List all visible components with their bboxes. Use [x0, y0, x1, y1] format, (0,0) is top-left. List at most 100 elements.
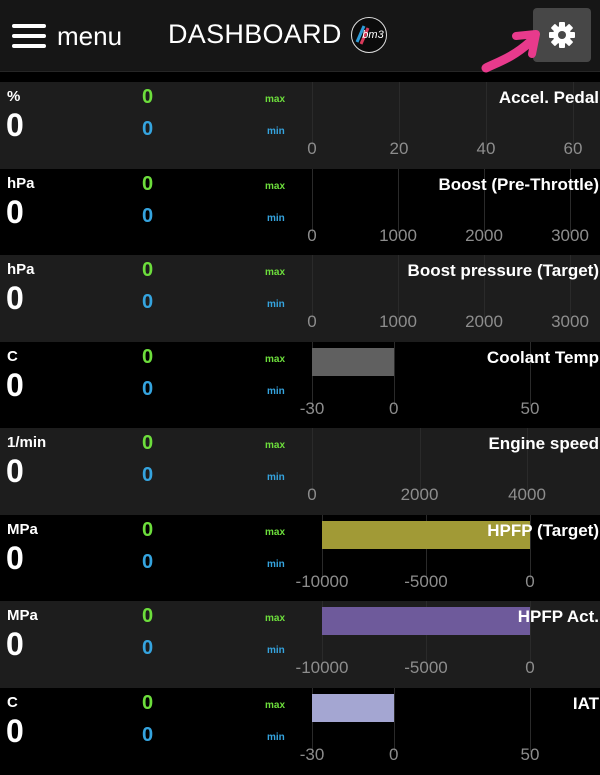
gauge-row[interactable]: C 0 0 0 max min -30 0 50 Coolant Temp: [0, 342, 600, 429]
pointer-arrow-icon: [481, 30, 540, 73]
gauge-title: Coolant Temp: [486, 348, 599, 367]
max-label: max: [265, 527, 286, 538]
gauge-min-value: 0: [142, 551, 154, 573]
menu-button[interactable]: menu: [12, 14, 122, 58]
min-label: min: [267, 299, 285, 310]
gauge-unit: %: [7, 88, 21, 105]
axis-tick-label: 60: [563, 139, 583, 158]
axis-tick-label: -10000: [295, 658, 349, 677]
gauge-bar: [312, 348, 394, 376]
axis-tick-label: 1000: [379, 226, 417, 245]
gauge-bar-chart: -10000 -5000 0 HPFP Act.: [295, 601, 600, 688]
axis-tick-label: 0: [389, 399, 399, 418]
axis-tick-label: -10000: [295, 572, 349, 591]
gauge-title: Boost (Pre-Throttle): [438, 175, 599, 194]
axis-tick-label: -30: [299, 745, 325, 764]
axis-tick-label: 2000: [465, 226, 503, 245]
gauge-value: 0: [6, 280, 24, 316]
gauge-max-value: 0: [142, 605, 154, 627]
gauge-title: HPFP Act.: [517, 607, 599, 626]
hamburger-icon: [12, 24, 46, 48]
gauge-row[interactable]: hPa 0 0 0 max min 0 1000 2000 3000 Boost pre…: [0, 255, 600, 342]
gauge-unit: C: [7, 348, 18, 365]
max-label: max: [265, 700, 286, 711]
gauge-value: 0: [6, 626, 24, 662]
min-label: min: [267, 386, 285, 397]
gauge-max-value: 0: [142, 432, 154, 454]
page-title: DASHBOARD: [168, 19, 342, 49]
gridline: [398, 255, 399, 319]
min-label: min: [267, 472, 285, 483]
gauge-title: Accel. Pedal: [498, 88, 599, 107]
gauge-value: 0: [6, 194, 24, 230]
gauge-bar-chart: -30 0 50 Coolant Temp: [298, 342, 600, 429]
axis-tick-label: 0: [389, 745, 399, 764]
max-label: max: [265, 181, 286, 192]
gauge-title: Boost pressure (Target): [407, 261, 599, 280]
axis-tick-label: 50: [520, 745, 540, 764]
gauge-bar-chart: 0 2000 4000 Engine speed: [298, 428, 600, 515]
axis-tick-label: 0: [307, 485, 317, 504]
gauge-title: IAT: [572, 694, 599, 713]
gridline: [398, 169, 399, 233]
gauge-row[interactable]: 1/min 0 0 0 max min 0 2000 4000 Engine spee…: [0, 428, 600, 515]
gauge-unit: MPa: [7, 521, 38, 538]
gauge-bar: [322, 607, 530, 635]
axis-tick-label: 4000: [508, 485, 546, 504]
gridline: [312, 169, 313, 233]
axis-tick-label: 40: [476, 139, 496, 158]
gauge-unit: C: [7, 694, 18, 711]
gauge-max-value: 0: [142, 692, 154, 714]
axis-tick-label: 0: [525, 572, 535, 591]
bm3-logo: bm3: [351, 17, 387, 53]
gauge-title: HPFP (Target): [487, 521, 599, 540]
gridline: [312, 428, 313, 492]
gauge-row[interactable]: MPa 0 0 0 max min -10000 -5000 0 HPFP (Targ…: [0, 515, 600, 602]
gauge-value: 0: [6, 367, 24, 403]
axis-tick-label: 2000: [400, 485, 439, 504]
gauge-min-value: 0: [142, 724, 154, 746]
gauge-min-value: 0: [142, 118, 154, 140]
gauge-title: Engine speed: [488, 434, 599, 453]
gauge-bar-chart: 0 1000 2000 3000 Boost (Pre-Throttle): [298, 169, 600, 256]
gauge-value: 0: [6, 713, 24, 749]
gauge-value: 0: [6, 540, 24, 576]
gridline: [312, 82, 313, 146]
gauge-unit: hPa: [7, 261, 35, 278]
max-label: max: [265, 440, 286, 451]
axis-tick-label: 1000: [379, 312, 417, 331]
gauge-unit: hPa: [7, 175, 35, 192]
gauge-min-value: 0: [142, 464, 154, 486]
min-label: min: [267, 559, 285, 570]
axis-tick-label: -5000: [404, 658, 448, 677]
axis-tick-label: -30: [299, 399, 325, 418]
max-label: max: [265, 267, 286, 278]
gauge-unit: MPa: [7, 607, 38, 624]
gear-icon: [549, 22, 575, 48]
gauge-bar-chart: 0 1000 2000 3000 Boost pressure (Target): [298, 255, 600, 342]
gauge-bar: [312, 694, 394, 722]
gauge-max-value: 0: [142, 519, 154, 541]
max-label: max: [265, 354, 286, 365]
gauge-unit: 1/min: [7, 434, 47, 451]
logo-text: bm3: [362, 29, 384, 41]
gauge-row[interactable]: % 0 0 0 max min 0 20 40 60 Accel. Pedal: [0, 82, 600, 169]
top-bar: menu DASHBOARD bm3: [0, 0, 600, 73]
min-label: min: [267, 126, 285, 137]
gauge-row[interactable]: MPa 0 0 0 max min -10000 -5000 0 HPFP Act.: [0, 601, 600, 688]
gauge-min-value: 0: [142, 205, 154, 227]
gauge-max-value: 0: [142, 346, 154, 368]
gauge-min-value: 0: [142, 378, 154, 400]
axis-tick-label: 0: [307, 226, 317, 245]
gauge-min-value: 0: [142, 637, 154, 659]
axis-tick-label: 2000: [465, 312, 503, 331]
axis-tick-label: 0: [307, 139, 317, 158]
min-label: min: [267, 645, 285, 656]
menu-label: menu: [57, 20, 123, 51]
axis-tick-label: 0: [307, 312, 317, 331]
gauge-value: 0: [6, 453, 24, 489]
gridline: [312, 255, 313, 319]
gauge-row[interactable]: hPa 0 0 0 max min 0 1000 2000 3000 Boost (Pr…: [0, 169, 600, 256]
gridline: [486, 82, 487, 146]
axis-tick-label: -5000: [404, 572, 448, 591]
